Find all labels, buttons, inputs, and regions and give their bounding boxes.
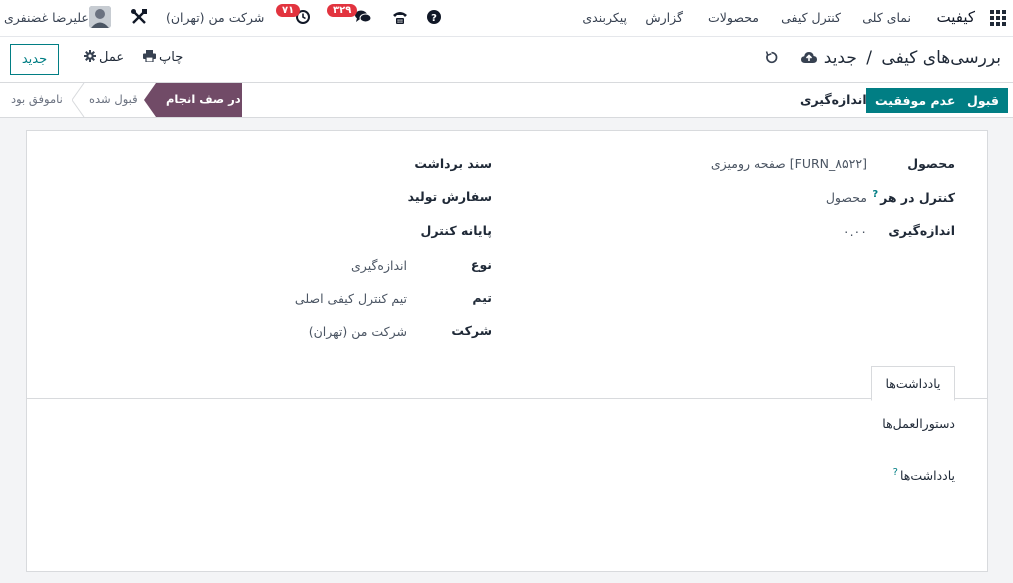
team-field[interactable]: تیم کنترل کیفی اصلی xyxy=(295,291,407,306)
measure-field[interactable]: ۰.۰۰ xyxy=(843,224,867,239)
form-sheet: محصول [FURN_۸۵۲۲] صفحه رومیزی کنترل در ه… xyxy=(26,130,988,572)
print-label: چاپ xyxy=(159,50,184,65)
save-cloud-icon[interactable] xyxy=(801,51,817,67)
stage-passed[interactable]: قبول شده xyxy=(72,83,144,117)
tab-notes[interactable]: یادداشت‌ها xyxy=(871,366,955,401)
control-per-field[interactable]: محصول xyxy=(826,190,867,205)
stage-label-failed: ناموفق بود xyxy=(11,92,63,106)
stage-label-in-progress: در صف انجام xyxy=(166,92,241,106)
product-label: محصول xyxy=(907,156,955,171)
breadcrumb: بررسی‌های کیفی / جدید xyxy=(824,48,1001,68)
apps-menu-icon[interactable] xyxy=(990,10,1006,26)
menu-products[interactable]: محصولات xyxy=(708,10,759,25)
action-label: عمل xyxy=(99,50,125,65)
fail-button[interactable]: عدم موفقیت xyxy=(866,88,965,113)
measure-button[interactable]: اندازه‌گیری xyxy=(800,92,867,107)
team-label: تیم xyxy=(472,290,492,305)
print-button[interactable]: چاپ xyxy=(143,50,183,65)
debug-tools-icon[interactable] xyxy=(130,8,148,29)
production-order-label: سفارش تولید xyxy=(407,189,492,204)
type-field[interactable]: اندازه‌گیری xyxy=(351,258,407,273)
new-button[interactable]: جدید xyxy=(10,44,59,75)
activity-count-badge: ۷۱ xyxy=(276,4,301,17)
action-button[interactable]: عمل xyxy=(84,50,124,65)
svg-text:?: ? xyxy=(431,13,437,24)
company-switcher[interactable]: شرکت من (تهران) xyxy=(166,10,264,25)
picking-label: سند برداشت xyxy=(414,156,492,171)
control-panel: بررسی‌های کیفی / جدید چاپ عمل جدید xyxy=(0,37,1013,83)
stage-in-progress[interactable]: در صف انجام xyxy=(144,83,242,117)
type-label: نوع xyxy=(470,257,492,272)
notes-label: یادداشت‌ها? xyxy=(892,467,955,484)
company-field[interactable]: شرکت من (تهران) xyxy=(309,324,407,339)
instructions-label: دستورالعمل‌ها xyxy=(882,416,955,431)
stage-failed[interactable]: ناموفق بود xyxy=(8,83,72,117)
help-tooltip-icon[interactable]: ? xyxy=(872,189,878,200)
tab-notes-label: یادداشت‌ها xyxy=(885,376,941,391)
top-navbar: کیفیت نمای کلی کنترل کیفی محصولات گزارش … xyxy=(0,0,1013,37)
notes-help-icon[interactable]: ? xyxy=(893,467,898,478)
control-point-label: پایانه کنترل xyxy=(420,223,493,238)
help-icon[interactable]: ? xyxy=(427,10,441,27)
control-per-label: کنترل در هر? xyxy=(872,189,955,206)
user-avatar[interactable] xyxy=(89,6,111,28)
notebook-tabs-line xyxy=(27,398,987,399)
messages-count-badge: ۳۲۹ xyxy=(327,4,358,17)
app-name[interactable]: کیفیت xyxy=(936,8,975,26)
breadcrumb-current: جدید xyxy=(823,48,857,68)
menu-configuration[interactable]: پیکربندی xyxy=(582,10,627,25)
status-bar: قبول عدم موفقیت اندازه‌گیری در صف انجام … xyxy=(0,83,1013,118)
breadcrumb-parent[interactable]: بررسی‌های کیفی xyxy=(881,48,1001,68)
menu-overview[interactable]: نمای کلی xyxy=(862,10,911,25)
menu-reporting[interactable]: گزارش xyxy=(645,10,683,25)
company-label: شرکت xyxy=(451,323,492,338)
messages-icon[interactable] xyxy=(355,10,372,27)
breadcrumb-separator: / xyxy=(866,48,872,68)
product-field[interactable]: [FURN_۸۵۲۲] صفحه رومیزی xyxy=(711,156,867,171)
user-name[interactable]: علیرضا غضنفری xyxy=(4,10,89,25)
stage-label-passed: قبول شده xyxy=(89,92,138,106)
pass-button[interactable]: قبول xyxy=(958,88,1008,113)
voip-phone-icon[interactable] xyxy=(392,9,408,28)
discard-undo-icon[interactable] xyxy=(765,51,778,67)
menu-quality-control[interactable]: کنترل کیفی xyxy=(781,10,841,25)
measure-label: اندازه‌گیری xyxy=(888,223,955,238)
